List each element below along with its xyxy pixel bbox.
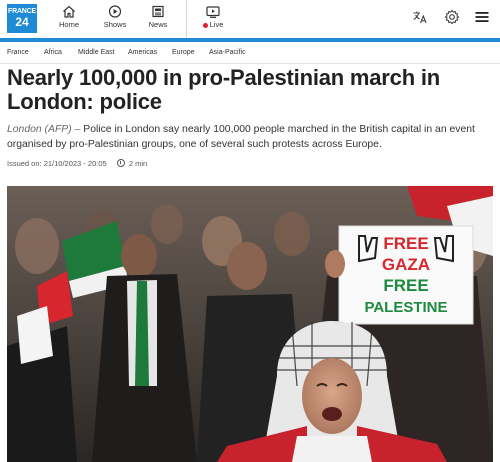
sign-text-line4: PALESTINE [364, 299, 447, 316]
section-link-americas[interactable]: Americas [128, 49, 157, 56]
article-lead: London (AFP) – Police in London say near… [7, 122, 493, 152]
nav-home-label: Home [58, 20, 79, 29]
nav-live-text: Live [209, 20, 224, 29]
nav-shows[interactable]: Shows [100, 5, 130, 35]
header-actions [412, 9, 492, 29]
france24-logo[interactable]: FRANCE 24 [7, 4, 37, 33]
newspaper-icon [152, 5, 164, 18]
section-link-middle-east[interactable]: Middle East [78, 49, 115, 56]
play-circle-icon [108, 5, 122, 18]
nav-live[interactable]: Live [198, 5, 228, 35]
gear-icon[interactable] [444, 9, 460, 25]
protest-photo-illustration: FREE GAZA FREE PALESTINE [7, 186, 493, 462]
section-link-france[interactable]: France [7, 49, 29, 56]
nav-home[interactable]: Home [56, 5, 82, 35]
nav-news-label: News [148, 20, 168, 29]
read-time: 2 min [128, 159, 148, 168]
tv-icon [206, 6, 220, 18]
issued-date: Issued on: 21/10/2023 - 20:05 [7, 159, 107, 168]
logo-line2: 24 [15, 15, 29, 29]
source-separator: – [71, 124, 84, 135]
nav-live-label: Live [198, 20, 228, 29]
nav-news[interactable]: News [144, 5, 172, 35]
section-link-africa[interactable]: Africa [44, 49, 62, 56]
nav-shows-label: Shows [103, 20, 127, 29]
top-navigation-bar: FRANCE 24 Home Shows News Live [0, 0, 500, 38]
sign-text-line3: FREE [383, 276, 428, 295]
article-title: Nearly 100,000 in pro-Palestinian march … [7, 65, 441, 114]
sign-text-line2: GAZA [382, 255, 430, 274]
clock-icon [116, 159, 125, 167]
nav-divider [186, 0, 187, 38]
logo-line1: FRANCE [8, 8, 36, 15]
article-photo[interactable]: FREE GAZA FREE PALESTINE [7, 186, 493, 462]
section-link-asia-pacific[interactable]: Asia-Pacific [209, 49, 246, 56]
home-icon [63, 5, 75, 18]
sections-nav: France Africa Middle East Americas Europ… [0, 42, 500, 64]
section-link-europe[interactable]: Europe [172, 49, 195, 56]
article-meta: Issued on: 21/10/2023 - 20:05 2 min [7, 159, 147, 168]
live-dot-icon [202, 22, 208, 28]
translate-icon[interactable] [412, 9, 428, 25]
sign-text-line1: FREE [383, 234, 428, 253]
menu-icon[interactable] [474, 9, 490, 25]
article-source: London (AFP) [7, 124, 72, 135]
